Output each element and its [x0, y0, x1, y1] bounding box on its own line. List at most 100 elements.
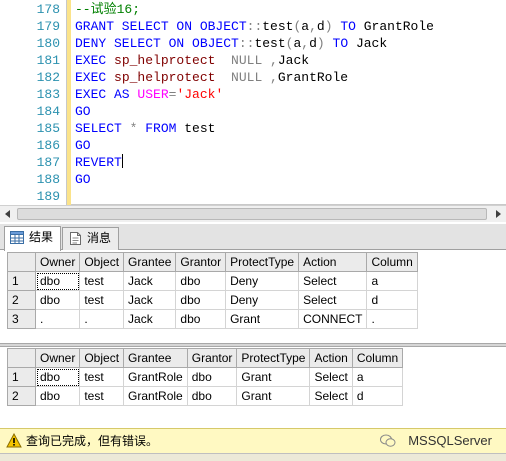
code-token: GrantRole [277, 70, 349, 85]
column-header[interactable]: Owner [34, 348, 81, 368]
wechat-icon [380, 434, 396, 447]
tab-results[interactable]: 结果 [4, 226, 61, 251]
column-header[interactable]: ProtectType [236, 348, 311, 368]
grid-cell[interactable]: Jack [123, 271, 177, 291]
row-number[interactable]: 2 [7, 290, 36, 310]
code-line[interactable]: REVERT [75, 154, 123, 171]
grid-cell[interactable]: Deny [225, 271, 300, 291]
column-header[interactable]: Owner [34, 252, 81, 272]
grid-cell[interactable]: test [79, 367, 125, 387]
grid-cell[interactable]: CONNECT [298, 309, 368, 329]
code-token: a [301, 19, 310, 34]
result-grid-pane-2[interactable]: Owner Object Grantee Grantor ProtectType Acti… [0, 347, 506, 427]
column-header[interactable]: Object [79, 252, 125, 272]
grid-cell[interactable]: . [366, 309, 418, 329]
column-header[interactable]: Grantee [123, 252, 177, 272]
line-number: 180 [36, 36, 60, 51]
grid-cell[interactable]: dbo [34, 367, 81, 387]
table-row[interactable]: 2 dbo test Jack dbo Deny Select d [7, 290, 418, 310]
scrollbar-thumb[interactable] [17, 208, 487, 220]
warning-icon [6, 433, 22, 448]
column-header[interactable]: ProtectType [225, 252, 300, 272]
grid-cell[interactable]: a [366, 271, 418, 291]
code-line[interactable]: GO [75, 137, 91, 154]
grid-cell[interactable]: Deny [225, 290, 300, 310]
grid-cell[interactable]: . [79, 309, 125, 329]
editor-horizontal-scrollbar[interactable] [0, 205, 506, 222]
line-number: 179 [36, 19, 60, 34]
code-line[interactable]: EXEC sp_helprotect NULL ,Jack [75, 52, 309, 69]
code-line[interactable]: EXEC AS USER='Jack' [75, 86, 223, 103]
grid-cell[interactable]: test [79, 271, 125, 291]
scroll-right-arrow-icon[interactable] [496, 210, 501, 218]
code-line[interactable]: GRANT SELECT ON OBJECT::test(a,d) TO Gra… [75, 18, 434, 35]
column-header[interactable]: Object [79, 348, 125, 368]
grid-cell[interactable]: Select [309, 386, 353, 406]
grid-cell[interactable]: test [79, 386, 125, 406]
grid-cell[interactable]: Grant [236, 386, 311, 406]
grid-cell[interactable]: dbo [34, 271, 81, 291]
code-line[interactable]: EXEC sp_helprotect NULL ,GrantRole [75, 69, 348, 86]
grid-corner[interactable] [7, 348, 36, 368]
grid-cell[interactable]: Select [298, 271, 368, 291]
table-row[interactable]: 2 dbo test GrantRole dbo Grant Select d [7, 386, 404, 406]
grid-cell[interactable]: Select [298, 290, 368, 310]
grid-cell[interactable]: a [351, 367, 404, 387]
code-token: ) [316, 36, 325, 51]
code-token: GO [75, 104, 91, 119]
column-header[interactable]: Column [366, 252, 418, 272]
grid-cell[interactable]: dbo [186, 386, 238, 406]
column-header[interactable]: Column [351, 348, 404, 368]
column-header[interactable]: Grantor [175, 252, 227, 272]
grid-cell[interactable]: . [34, 309, 81, 329]
code-token: --试验16; [75, 2, 141, 17]
row-number[interactable]: 1 [7, 367, 36, 387]
column-header[interactable]: Action [309, 348, 353, 368]
grid-cell[interactable]: Select [309, 367, 353, 387]
grid-cell[interactable]: dbo [34, 290, 81, 310]
result-grid-1[interactable]: Owner Object Grantee Grantor ProtectType Acti… [7, 252, 418, 329]
grid-cell[interactable]: test [79, 290, 125, 310]
grid-cell[interactable]: GrantRole [123, 386, 188, 406]
code-line[interactable]: GO [75, 103, 91, 120]
code-token: test [254, 36, 286, 51]
tab-messages[interactable]: 消息 [62, 227, 119, 250]
message-page-icon [70, 232, 81, 245]
grid-cell[interactable]: d [351, 386, 404, 406]
grid-cell[interactable]: Grant [236, 367, 311, 387]
code-line[interactable]: --试验16; [75, 1, 140, 18]
grid-cell[interactable]: GrantRole [123, 367, 188, 387]
code-token: GrantRole [363, 19, 434, 34]
grid-cell[interactable]: dbo [34, 386, 81, 406]
line-number: 185 [36, 121, 60, 136]
table-row[interactable]: 1 dbo test GrantRole dbo Grant Select a [7, 367, 404, 387]
grid-cell[interactable]: dbo [186, 367, 238, 387]
column-header[interactable]: Grantor [186, 348, 238, 368]
column-header[interactable]: Grantee [123, 348, 188, 368]
sql-editor[interactable]: 178 179 180 181 182 183 184 185 186 187 188 189 --试… [0, 0, 506, 205]
grid-cell[interactable]: Grant [225, 309, 300, 329]
row-number[interactable]: 3 [7, 309, 36, 329]
code-token: d [309, 36, 317, 51]
column-header[interactable]: Action [298, 252, 368, 272]
watermark-text: MSSQLServer [408, 433, 492, 448]
code-line[interactable]: SELECT * FROM test [75, 120, 215, 137]
result-grid-pane-1[interactable]: Owner Object Grantee Grantor ProtectType Acti… [0, 251, 506, 344]
grid-cell[interactable]: dbo [175, 271, 227, 291]
code-line[interactable]: GO [75, 171, 91, 188]
code-line[interactable]: DENY SELECT ON OBJECT::test(a,d) TO Jack [75, 35, 387, 52]
grid-cell[interactable]: d [366, 290, 418, 310]
line-number: 182 [36, 70, 60, 85]
grid-cell[interactable]: Jack [123, 309, 177, 329]
table-row[interactable]: 1 dbo test Jack dbo Deny Select a [7, 271, 418, 291]
grid-cell[interactable]: dbo [175, 309, 227, 329]
grid-cell[interactable]: dbo [175, 290, 227, 310]
scroll-left-arrow-icon[interactable] [5, 210, 10, 218]
grid-corner[interactable] [7, 252, 36, 272]
table-row[interactable]: 3.. Jack dbo Grant CONNECT. [7, 309, 418, 329]
row-number[interactable]: 1 [7, 271, 36, 291]
grid-cell[interactable]: Jack [123, 290, 177, 310]
line-number: 183 [36, 87, 60, 102]
row-number[interactable]: 2 [7, 386, 36, 406]
result-grid-2[interactable]: Owner Object Grantee Grantor ProtectType Acti… [7, 348, 404, 406]
